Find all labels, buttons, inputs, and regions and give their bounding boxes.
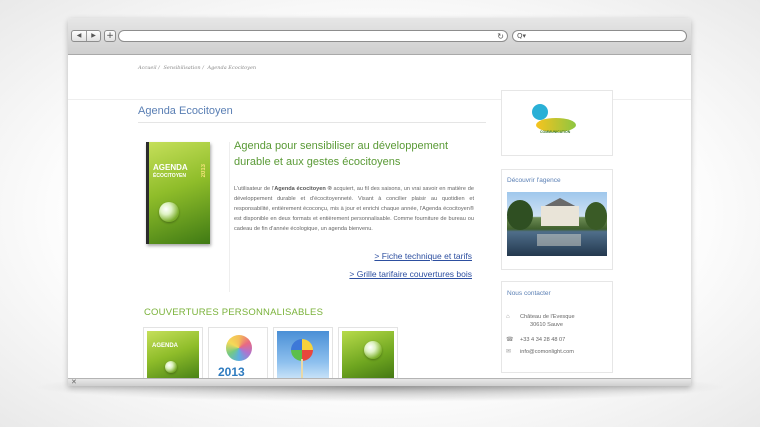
logo-circle bbox=[532, 104, 548, 120]
close-icon[interactable]: ✕ bbox=[71, 378, 77, 386]
browser-toolbar: ◀ ▶ + ↻ Q▾ bbox=[68, 18, 691, 55]
water-drop-icon bbox=[165, 361, 177, 373]
sidebar-logo-box[interactable]: COMMUNICATION bbox=[501, 90, 613, 156]
description-body: acquiert, au fil des saisons, un vrai sa… bbox=[234, 186, 474, 232]
cover-year: 2013 bbox=[201, 164, 207, 178]
tree-right bbox=[585, 202, 607, 230]
address-bar[interactable]: ↻ bbox=[118, 30, 508, 42]
water-reflection bbox=[537, 234, 581, 246]
breadcrumb-current: Agenda Ecocitoyen bbox=[207, 65, 257, 71]
product-description: L'utilisateur de l'Agenda écocitoyen ® a… bbox=[234, 184, 474, 234]
link-grille-tarifaire[interactable]: > Grille tarifaire couvertures bois bbox=[349, 269, 472, 279]
page-title: Agenda Ecocitoyen bbox=[138, 105, 233, 117]
color-burst-icon bbox=[226, 335, 252, 361]
sidebar-agency-box[interactable]: Découvrir l'agence bbox=[501, 169, 613, 270]
home-icon: ⌂ bbox=[506, 314, 510, 320]
agency-title[interactable]: Découvrir l'agence bbox=[507, 177, 561, 184]
reload-icon[interactable]: ↻ bbox=[497, 31, 504, 42]
search-icon[interactable]: Q▾ bbox=[517, 31, 526, 42]
company-logo: COMMUNICATION bbox=[532, 102, 578, 138]
water-drop-icon bbox=[159, 202, 179, 222]
water-drop-icon bbox=[364, 341, 382, 359]
phone-icon: ☎ bbox=[506, 337, 514, 343]
chateau-building bbox=[541, 206, 579, 226]
pinwheel-icon bbox=[291, 339, 313, 361]
tree-left bbox=[507, 200, 533, 230]
forward-button[interactable]: ▶ bbox=[86, 31, 100, 41]
description-prefix: L'utilisateur de l' bbox=[234, 186, 275, 192]
address-line-2: 30610 Sauve bbox=[530, 322, 563, 328]
logo-text: COMMUNICATION bbox=[540, 130, 571, 134]
breadcrumb: Accueil / Sensibilisation / Agenda Ecoci… bbox=[138, 65, 258, 71]
phone-number: +33 4 34 28 48 07 bbox=[520, 337, 566, 343]
description-product-name: Agenda écocitoyen ® bbox=[274, 186, 332, 192]
browser-status-bar: ✕ bbox=[68, 378, 691, 386]
cover-title: AGENDA bbox=[153, 163, 188, 172]
back-button[interactable]: ◀ bbox=[72, 31, 86, 41]
search-input[interactable]: Q▾ bbox=[512, 30, 687, 42]
email-link[interactable]: info@comonlight.com bbox=[520, 348, 574, 356]
contact-phone: ☎ +33 4 34 28 48 07 bbox=[506, 336, 565, 344]
covers-section-title: COUVERTURES PERSONNALISABLES bbox=[144, 307, 324, 318]
thumbnail-title: AGENDA bbox=[152, 343, 179, 349]
link-fiche-technique[interactable]: > Fiche technique et tarifs bbox=[374, 251, 472, 261]
contact-title: Nous contacter bbox=[507, 290, 551, 297]
agency-photo[interactable] bbox=[507, 192, 607, 256]
content-divider bbox=[229, 142, 230, 292]
title-divider bbox=[138, 122, 486, 123]
nav-button-group: ◀ ▶ bbox=[71, 30, 101, 42]
sidebar-contact-box: Nous contacter ⌂ Château de l'Evesque 30… bbox=[501, 281, 613, 373]
product-headline: Agenda pour sensibiliser au développemen… bbox=[234, 140, 449, 168]
new-tab-button[interactable]: + bbox=[104, 30, 116, 42]
address-line-1: Château de l'Evesque bbox=[520, 314, 575, 320]
mail-icon: ✉ bbox=[506, 349, 512, 355]
contact-address: ⌂ Château de l'Evesque 30610 Sauve bbox=[506, 313, 575, 329]
breadcrumb-home[interactable]: Accueil / bbox=[138, 65, 160, 71]
contact-email: ✉ info@comonlight.com bbox=[506, 348, 574, 356]
breadcrumb-sensibilisation[interactable]: Sensibilisation / bbox=[163, 65, 203, 71]
thumbnail-year: 2013 bbox=[218, 365, 245, 379]
browser-window: ◀ ▶ + ↻ Q▾ Accueil / Sensibilisation / A… bbox=[68, 18, 691, 386]
cover-subtitle: ÉCOCITOYEN bbox=[153, 173, 186, 179]
agenda-cover-image: AGENDA ÉCOCITOYEN 2013 bbox=[146, 142, 210, 244]
